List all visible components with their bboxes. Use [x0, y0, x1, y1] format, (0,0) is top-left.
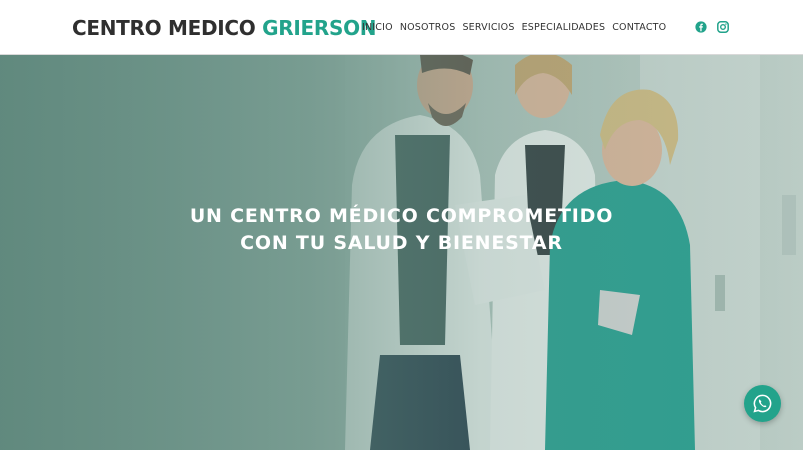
main-nav: INICIO NOSOTROS SERVICIOS ESPECIALIDADES… — [362, 22, 666, 33]
logo-text-main: CENTRO MEDICO — [72, 16, 256, 40]
hero-banner: UN CENTRO MÉDICO COMPROMETIDO CON TU SAL… — [0, 55, 803, 450]
hero-title-line2: CON TU SALUD Y BIENESTAR — [240, 232, 563, 254]
site-logo[interactable]: CENTRO MEDICO GRIERSON — [72, 16, 377, 40]
logo-text-accent: GRIERSON — [262, 16, 377, 40]
instagram-icon[interactable] — [717, 21, 729, 33]
nav-link-especialidades[interactable]: ESPECIALIDADES — [522, 22, 606, 33]
social-links — [695, 21, 729, 33]
hero-title-line1: UN CENTRO MÉDICO COMPROMETIDO — [189, 205, 614, 227]
nav-link-nosotros[interactable]: NOSOTROS — [400, 22, 456, 33]
whatsapp-icon — [753, 394, 772, 413]
hero-title: UN CENTRO MÉDICO COMPROMETIDO CON TU SAL… — [0, 203, 803, 257]
site-header: CENTRO MEDICO GRIERSON INICIO NOSOTROS S… — [0, 0, 803, 55]
nav-link-servicios[interactable]: SERVICIOS — [462, 22, 514, 33]
whatsapp-button[interactable] — [744, 385, 781, 422]
nav-link-inicio[interactable]: INICIO — [362, 22, 393, 33]
nav-link-contacto[interactable]: CONTACTO — [612, 22, 666, 33]
facebook-icon[interactable] — [695, 21, 707, 33]
